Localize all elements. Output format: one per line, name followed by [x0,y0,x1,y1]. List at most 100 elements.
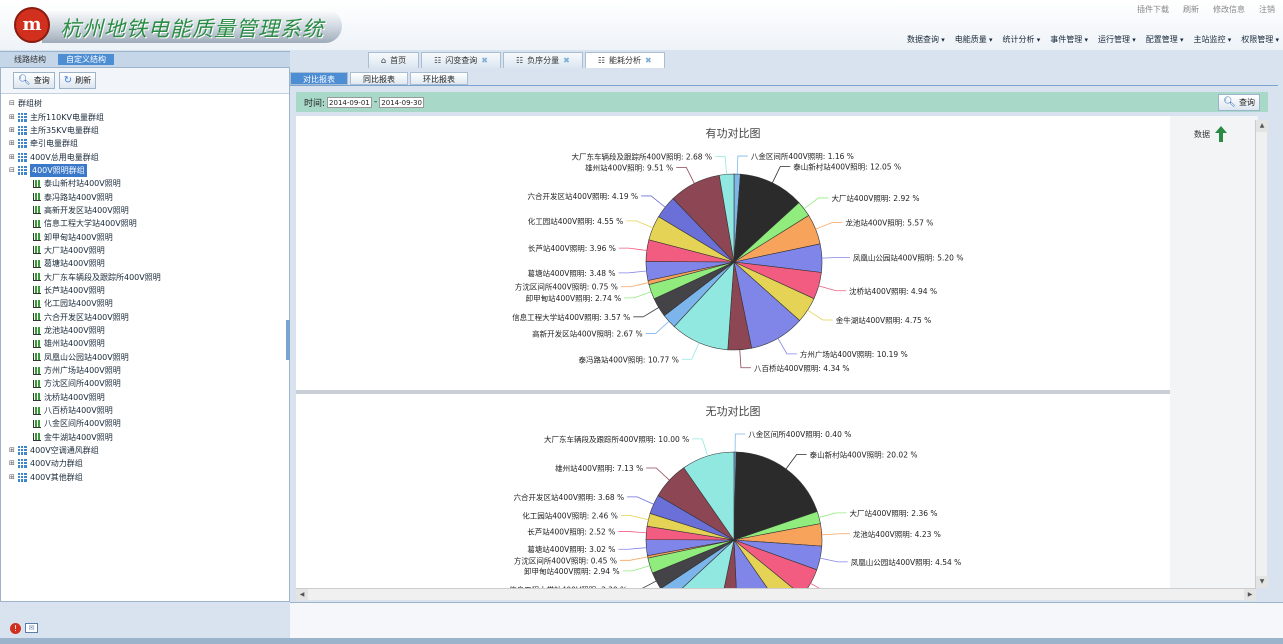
grid-icon [18,446,27,456]
filter-query-button[interactable]: 🔍︎ 查询 [1218,94,1260,111]
slice-label: 化工园站400V照明: 2.46 % [522,511,618,521]
tree-leaf[interactable]: 方沈区间所400V照明 [9,377,281,390]
label-connector [641,195,666,208]
menu-power-quality[interactable]: 电能质量 [955,34,993,45]
tab-yoy-report[interactable]: 同比报表 [350,72,408,85]
expand-icon[interactable]: ⊞ [9,137,18,150]
expand-icon[interactable]: ⊞ [9,457,18,470]
label-connector [715,155,727,175]
expand-icon[interactable]: ⊞ [9,151,18,164]
panel-splitter[interactable] [286,320,290,360]
tree-leaf[interactable]: 长芦站400V照明 [9,284,281,297]
label-connector [821,256,850,259]
scroll-down-icon[interactable]: ▼ [1256,576,1268,588]
menu-data-query[interactable]: 数据查询 [907,34,945,45]
expand-icon[interactable]: ⊞ [9,124,18,137]
bar-chart-icon [33,286,41,295]
tree-group[interactable]: ⊞ 主所110KV电量群组 [9,110,281,123]
scroll-right-icon[interactable]: ▶ [1244,589,1256,601]
menu-statistics[interactable]: 统计分析 [1003,34,1041,45]
plugin-download-link[interactable]: 插件下载 [1137,4,1169,15]
collapse-icon[interactable]: ⊟ [9,164,18,177]
tab-custom-structure[interactable]: 自定义结构 [58,54,114,65]
collapse-icon[interactable]: ⊟ [9,97,18,110]
page-tab-label: 闪变查询 [445,56,478,65]
main-bottom-area [290,602,1283,638]
expand-icon[interactable]: ⊞ [9,111,18,124]
tree-group[interactable]: ⊞ 400V动力群组 [9,457,281,470]
edit-info-link[interactable]: 修改信息 [1213,4,1245,15]
tree-leaf[interactable]: 葛塘站400V照明 [9,257,281,270]
tree-group-selected[interactable]: ⊟ 400V照明群组 [9,163,281,177]
mail-icon[interactable]: ✉ [25,623,38,633]
tree-leaf[interactable]: 八百桥站400V照明 [9,404,281,417]
page-tab-label: 首页 [390,56,407,65]
slice-label: 化工园站400V照明: 4.55 % [528,216,624,226]
page-tab[interactable]: ⌂ 首页 [368,52,420,68]
tree-leaf[interactable]: 信息工程大学站400V照明 [9,217,281,230]
scroll-left-icon[interactable]: ◀ [296,589,308,601]
tree-group[interactable]: ⊞ 主所35KV电量群组 [9,124,281,137]
tab-mom-report[interactable]: 环比报表 [410,72,468,85]
tree-leaf[interactable]: 龙池站400V照明 [9,324,281,337]
horizontal-scrollbar[interactable]: ◀ ▶ [296,588,1256,601]
tree-leaf[interactable]: 沈桥站400V照明 [9,391,281,404]
expand-icon[interactable]: ⊞ [9,471,18,484]
tree-leaf[interactable]: 大厂站400V照明 [9,244,281,257]
close-icon[interactable]: ✖ [645,56,652,65]
menu-config[interactable]: 配置管理 [1146,34,1184,45]
page-tab[interactable]: ☷ 能耗分析 ✖ [584,52,665,68]
bar-chart-icon [33,246,41,255]
refresh-button[interactable]: ↻ 刷新 [58,72,97,89]
tree-root[interactable]: ⊟ 群组树 [9,97,281,110]
query-button[interactable]: 🔍︎ 查询 [13,72,55,89]
slice-label: 泰冯路站400V照明: 10.77 % [578,354,678,364]
menu-operation[interactable]: 运行管理 [1098,34,1136,45]
start-date-field[interactable]: 2014-09-01 [327,96,373,108]
tree-leaf[interactable]: 泰冯路站400V照明 [9,190,281,203]
tree-leaf[interactable]: 凤凰山公园站400V照明 [9,351,281,364]
vertical-scrollbar[interactable]: ▲ ▼ [1255,120,1268,588]
refresh-link[interactable]: 刷新 [1183,4,1199,15]
alert-icon[interactable]: ! [10,623,21,634]
grid-icon: ☷ [597,56,605,65]
logout-link[interactable]: 注销 [1259,4,1275,15]
bar-chart-icon [33,379,41,388]
tree-node-label: 化工园站400V照明 [44,299,113,309]
tree-leaf[interactable]: 泰山新村站400V照明 [9,177,281,190]
expand-icon[interactable]: ⊞ [9,444,18,457]
slice-label: 八金区间所400V照明: 0.40 % [748,429,851,439]
tree-group[interactable]: ⊞ 400V空调通风群组 [9,444,281,457]
menu-events[interactable]: 事件管理 [1050,34,1088,45]
tree-leaf[interactable]: 大厂东车辆段及跟踪所400V照明 [9,270,281,283]
tree-group[interactable]: ⊞ 牵引电量群组 [9,137,281,150]
tree-leaf[interactable]: 雄州站400V照明 [9,337,281,350]
tab-comparison-report[interactable]: 对比报表 [290,72,348,85]
bar-chart-icon [33,273,41,282]
end-date-field[interactable]: 2014-09-30 [379,96,425,108]
tree-leaf[interactable]: 金牛湖站400V照明 [9,431,281,444]
tree-leaf[interactable]: 六合开发区站400V照明 [9,311,281,324]
tree-group[interactable]: ⊞ 400V其他群组 [9,471,281,484]
menu-permissions[interactable]: 权限管理 [1241,34,1279,45]
left-status-bar: ! ✉ [0,620,290,638]
scroll-up-icon[interactable]: ▲ [1256,120,1268,132]
menu-station-monitor[interactable]: 主站监控 [1194,34,1232,45]
tree-leaf[interactable]: 高新开发区站400V照明 [9,204,281,217]
tree-leaf[interactable]: 八金区间所400V照明 [9,417,281,430]
tab-line-structure[interactable]: 线路结构 [6,54,54,65]
tree-node-label: 400V空调通风群组 [30,446,99,456]
page-tab[interactable]: ☷ 负序分量 ✖ [502,52,583,68]
tree-leaf[interactable]: 化工园站400V照明 [9,297,281,310]
label-connector [620,282,649,288]
close-icon[interactable]: ✖ [563,56,570,65]
page-tab[interactable]: ☷ 闪变查询 ✖ [421,52,501,68]
logo-icon: m [14,7,50,43]
label-connector [676,166,695,184]
slice-label: 泰山新村站400V照明: 20.02 % [810,449,918,459]
tree-leaf[interactable]: 卸甲甸站400V照明 [9,230,281,243]
label-connector [627,496,654,505]
tree-group[interactable]: ⊞ 400V总用电量群组 [9,150,281,163]
tree-leaf[interactable]: 方州广场站400V照明 [9,364,281,377]
close-icon[interactable]: ✖ [481,56,488,65]
